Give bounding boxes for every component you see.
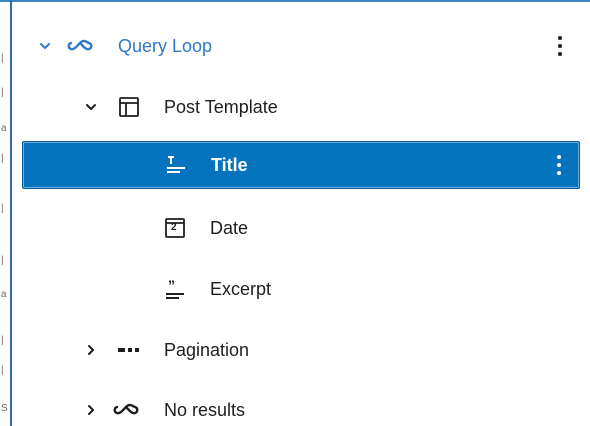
tree-item-label: Query Loop [118, 35, 213, 56]
edge-mark: | [1, 87, 4, 98]
tree-item-query-loop[interactable]: Query Loop [22, 22, 580, 70]
top-border [0, 0, 590, 2]
chevron-down-icon[interactable] [35, 36, 55, 56]
edge-mark: | [1, 255, 4, 266]
tree-item-label: Excerpt [210, 278, 272, 299]
calendar-icon: 2 [161, 214, 189, 242]
edge-mark: a [1, 123, 7, 134]
chevron-down-icon[interactable] [81, 97, 101, 117]
edge-mark: | [1, 335, 4, 346]
chevron-right-icon[interactable] [81, 400, 101, 420]
more-vertical-icon[interactable] [550, 32, 570, 60]
tree-item-label: No results [164, 399, 246, 420]
loop-icon [112, 396, 140, 424]
tree-item-label: Post Template [164, 96, 278, 117]
edge-marks: | | a | | | a | | S [0, 0, 10, 426]
tree-item-date[interactable]: 2 Date [22, 204, 580, 252]
chevron-right-icon[interactable] [81, 340, 101, 360]
left-border [10, 0, 12, 426]
edge-mark: | [1, 153, 4, 164]
tree-item-excerpt[interactable]: ” Excerpt [22, 265, 580, 313]
title-icon [162, 151, 190, 179]
pagination-icon [115, 336, 143, 364]
edge-mark: S [1, 403, 8, 414]
calendar-day: 2 [171, 222, 177, 233]
tree-item-label: Pagination [164, 339, 250, 360]
layout-icon [115, 93, 143, 121]
tree-item-post-template[interactable]: Post Template [22, 83, 580, 131]
edge-mark: a [1, 289, 7, 300]
tree-item-no-results[interactable]: No results [22, 386, 580, 426]
tree-item-title[interactable]: Title [22, 141, 580, 189]
edge-mark: | [1, 53, 4, 64]
loop-icon [66, 32, 94, 60]
list-view-panel: | | a | | | a | | S Query Loop Post Temp… [0, 0, 590, 426]
more-vertical-icon[interactable] [549, 151, 569, 179]
edge-mark: | [1, 365, 4, 376]
tree-item-label: Date [210, 217, 249, 238]
tree-item-label: Title [211, 154, 248, 175]
excerpt-icon: ” [161, 275, 189, 303]
tree-item-pagination[interactable]: Pagination [22, 326, 580, 374]
svg-text:”: ” [168, 278, 175, 293]
edge-mark: | [1, 203, 4, 214]
